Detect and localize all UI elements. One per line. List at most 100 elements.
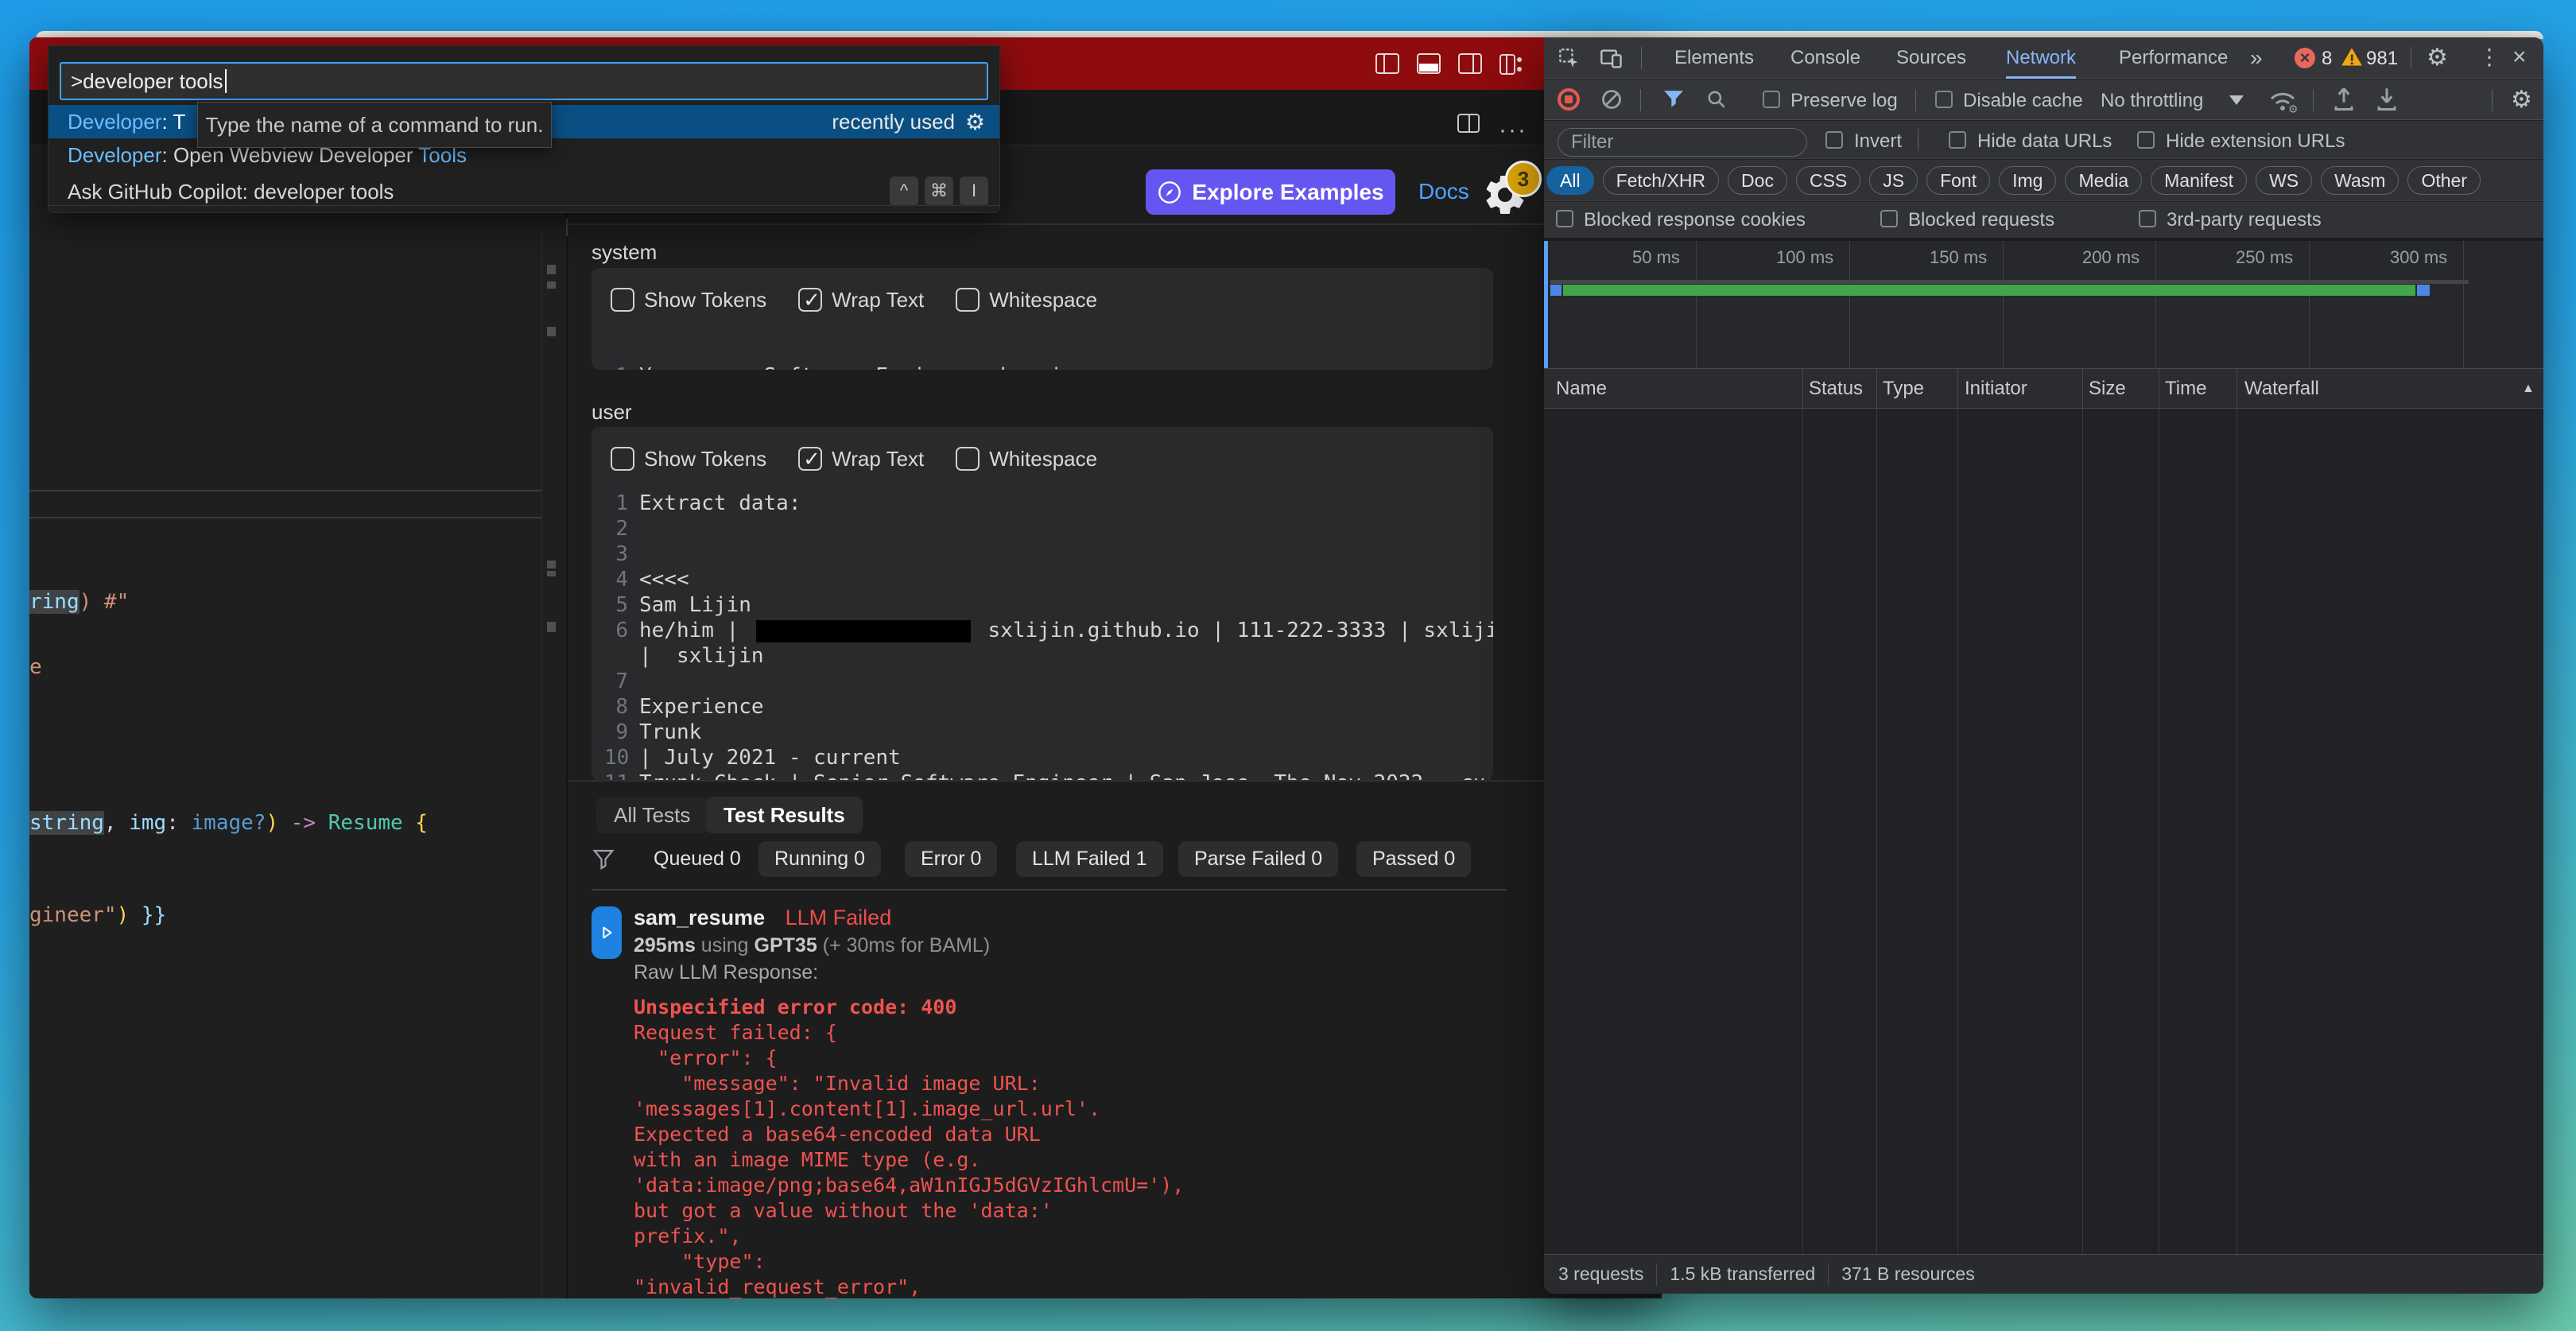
toggle-panel-right-icon[interactable] xyxy=(1458,53,1482,74)
palette-gear-icon[interactable]: ⚙ xyxy=(965,109,985,135)
user-prompt-line: 6he/him | sxlijin.github.io | 111-222-33… xyxy=(604,618,1493,643)
tab-console[interactable]: Console xyxy=(1790,37,1860,79)
wrap-text-checkbox[interactable]: ✓ xyxy=(798,447,822,471)
chip-queued[interactable]: Queued 0 xyxy=(638,841,757,877)
user-prompt-line: 4<<<< xyxy=(604,567,689,592)
third-party-requests-checkbox[interactable] xyxy=(2139,210,2156,227)
show-tokens-checkbox[interactable] xyxy=(611,447,634,471)
baml-playground-webview: Explore Examples Docs 3 system Show Toke… xyxy=(568,146,1662,1298)
chip-doc[interactable]: Doc xyxy=(1728,166,1787,195)
inspect-element-icon[interactable] xyxy=(1558,48,1581,70)
blocked-response-cookies-checkbox[interactable] xyxy=(1556,210,1573,227)
error-badge-icon[interactable]: × xyxy=(2295,48,2315,68)
tab-test-results[interactable]: Test Results xyxy=(706,797,863,833)
toggle-panel-left-icon[interactable] xyxy=(1375,53,1399,74)
hide-data-urls-checkbox[interactable] xyxy=(1949,131,1966,149)
chip-llm-failed[interactable]: LLM Failed 1 xyxy=(1016,841,1163,877)
devtools-close-icon[interactable]: × xyxy=(2512,44,2527,71)
chip-all[interactable]: All xyxy=(1546,166,1594,195)
export-har-icon[interactable] xyxy=(2375,86,2399,113)
user-prompt-line: 1Extract data: xyxy=(604,491,801,516)
col-status[interactable]: Status xyxy=(1809,378,1863,400)
tab-all-tests[interactable]: All Tests xyxy=(596,797,708,833)
overview-left-handle[interactable] xyxy=(1544,241,1548,368)
col-time[interactable]: Time xyxy=(2165,378,2206,400)
network-overview-timeline[interactable]: 50 ms 100 ms 150 ms 200 ms 250 ms 300 ms xyxy=(1544,241,2543,368)
chip-error[interactable]: Error 0 xyxy=(905,841,997,877)
preserve-log-checkbox[interactable] xyxy=(1763,91,1780,108)
blocked-requests-label: Blocked requests xyxy=(1908,209,2054,231)
timeline-tick: 100 ms xyxy=(1776,247,1833,268)
whitespace-checkbox[interactable] xyxy=(956,447,980,471)
clear-network-log-icon[interactable] xyxy=(1600,88,1623,111)
network-conditions-icon[interactable]: ⚙ xyxy=(2268,87,2298,113)
device-toolbar-icon[interactable] xyxy=(1600,48,1624,70)
chip-font[interactable]: Font xyxy=(1926,166,1990,195)
whitespace-checkbox[interactable] xyxy=(956,288,980,312)
tab-network[interactable]: Network xyxy=(2006,37,2076,79)
disable-cache-checkbox[interactable] xyxy=(1935,91,1953,108)
more-tabs-icon[interactable]: » xyxy=(2250,37,2263,79)
docs-link[interactable]: Docs xyxy=(1418,179,1469,204)
wrap-text-checkbox[interactable]: ✓ xyxy=(798,288,822,312)
chip-ws[interactable]: WS xyxy=(2256,166,2312,195)
search-icon[interactable] xyxy=(1706,89,1727,110)
chip-running[interactable]: Running 0 xyxy=(758,841,881,877)
col-waterfall[interactable]: Waterfall xyxy=(2244,378,2319,400)
col-initiator[interactable]: Initiator xyxy=(1965,378,2027,400)
filter-input[interactable]: Filter xyxy=(1558,128,1807,157)
network-settings-gear-icon[interactable]: ⚙ xyxy=(2511,86,2532,114)
command-input[interactable]: >developer tools xyxy=(60,62,988,100)
record-network-log-icon[interactable] xyxy=(1558,88,1580,111)
separator xyxy=(592,889,1507,891)
svg-text:⚙: ⚙ xyxy=(2288,103,2298,113)
code-line: string, img: image?) -> Resume { xyxy=(29,810,428,836)
chip-media[interactable]: Media xyxy=(2065,166,2142,195)
chip-css[interactable]: CSS xyxy=(1796,166,1860,195)
devtools-settings-gear-icon[interactable]: ⚙ xyxy=(2427,44,2448,72)
blocked-requests-checkbox[interactable] xyxy=(1880,210,1898,227)
invert-checkbox[interactable] xyxy=(1825,131,1843,149)
chip-js[interactable]: JS xyxy=(1869,166,1918,195)
warning-count: 981 xyxy=(2366,48,2398,70)
tab-performance[interactable]: Performance xyxy=(2119,37,2228,79)
error-line: "message": "Invalid image URL: xyxy=(634,1071,1041,1096)
show-tokens-checkbox[interactable] xyxy=(611,288,634,312)
code-editor[interactable]: ring) #" e string, img: image?) -> Resum… xyxy=(29,146,541,1298)
col-size[interactable]: Size xyxy=(2089,378,2126,400)
prompt-options: Show Tokens ✓Wrap Text Whitespace xyxy=(611,446,1129,471)
tab-sources[interactable]: Sources xyxy=(1896,37,1966,79)
user-prompt-line: 10| July 2021 - current xyxy=(604,745,901,770)
toggle-panel-bottom-icon[interactable] xyxy=(1417,53,1441,74)
run-test-button[interactable] xyxy=(592,906,622,959)
chip-passed[interactable]: Passed 0 xyxy=(1356,841,1471,877)
palette-item[interactable]: Ask GitHub Copilot: developer tools ^ ⌘ … xyxy=(48,175,999,208)
col-name[interactable]: Name xyxy=(1556,378,1607,400)
test-meta: 295ms using GPT35 (+ 30ms for BAML) xyxy=(634,934,990,957)
chip-manifest[interactable]: Manifest xyxy=(2151,166,2247,195)
throttling-select[interactable]: No throttling xyxy=(2101,90,2203,112)
filter-funnel-icon[interactable] xyxy=(592,845,615,872)
chip-img[interactable]: Img xyxy=(1999,166,2056,195)
error-line: prefix.", xyxy=(634,1224,741,1249)
hide-extension-urls-checkbox[interactable] xyxy=(2137,131,2155,149)
sort-arrow-icon[interactable]: ▲ xyxy=(2522,382,2535,396)
import-har-icon[interactable] xyxy=(2332,86,2356,113)
editor-minimap[interactable] xyxy=(541,146,566,1298)
split-editor-icon[interactable] xyxy=(1457,114,1480,133)
filter-icon[interactable] xyxy=(1663,90,1684,109)
tab-elements[interactable]: Elements xyxy=(1674,37,1754,79)
explore-examples-button[interactable]: Explore Examples xyxy=(1146,169,1395,215)
warning-badge-icon[interactable] xyxy=(2341,46,2363,68)
throttling-dropdown-arrow[interactable] xyxy=(2229,95,2244,105)
chip-fetch-xhr[interactable]: Fetch/XHR xyxy=(1603,166,1719,195)
notification-badge: 3 xyxy=(1505,161,1542,197)
chip-wasm[interactable]: Wasm xyxy=(2321,166,2399,195)
chip-other[interactable]: Other xyxy=(2407,166,2481,195)
devtools-window: Elements Console Sources Network Perform… xyxy=(1544,37,2543,1294)
editor-more-actions-icon[interactable]: ··· xyxy=(1499,117,1527,144)
customize-layout-icon[interactable] xyxy=(1499,53,1523,74)
chip-parse-failed[interactable]: Parse Failed 0 xyxy=(1178,841,1338,877)
col-type[interactable]: Type xyxy=(1883,378,1924,400)
devtools-menu-icon[interactable]: ⋮ xyxy=(2478,44,2500,70)
